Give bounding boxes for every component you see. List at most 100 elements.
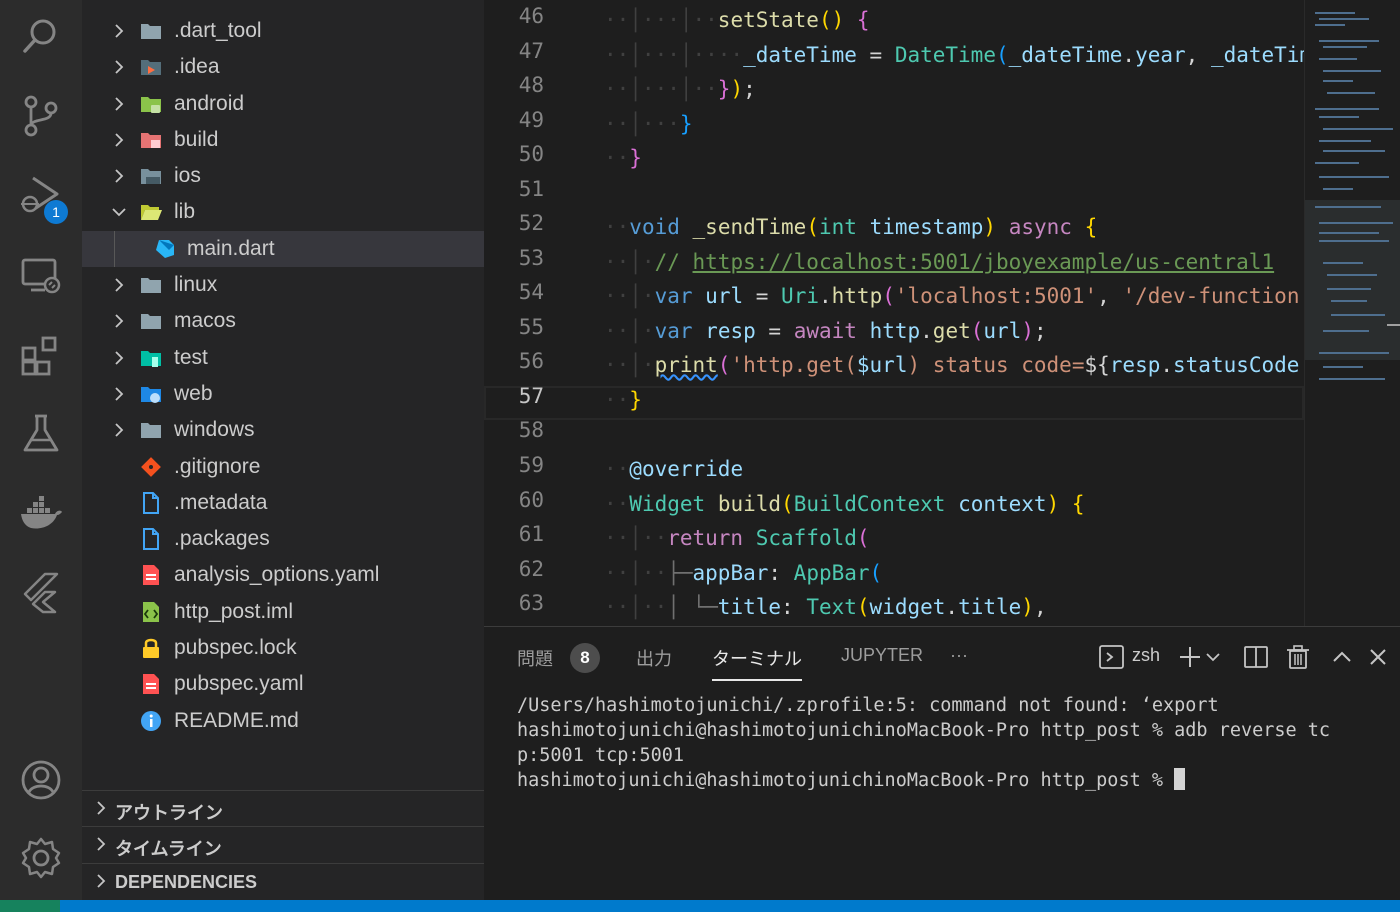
new-terminal-plus-icon[interactable] [1176,643,1204,671]
tab-output[interactable]: 出力 [636,645,672,671]
lib-folder-open-icon [141,205,162,221]
remote-indicator[interactable] [0,900,60,912]
web-folder-icon [141,386,161,403]
tree-item-label: .dart_tool [174,19,262,42]
tree-item-main-dart[interactable]: main.dart [82,230,484,268]
run-debug-icon[interactable]: 1 [0,166,82,226]
tree-item-android[interactable]: android [82,86,484,122]
code-editor[interactable]: 46 47 48 49 50 51 52 53 54 55 56 57 58 5… [484,0,1400,626]
chevron-right-icon [115,169,124,183]
timeline-section-header[interactable]: タイムライン [82,826,484,862]
terminal-line: /Users/hashimotojunichi/.zprofile:5: com… [517,695,1219,716]
line-number: 49 [518,108,544,132]
dart-file-icon [156,239,174,258]
tree-item-idea[interactable]: .idea [82,49,484,85]
tree-item-label: http_post.iml [174,599,294,623]
tree-item-lib[interactable]: lib [82,194,484,230]
chevron-right-icon [97,801,106,815]
tree-item-pubspec-lock[interactable]: pubspec.lock [82,630,484,666]
trash-icon[interactable] [1284,643,1312,671]
folder-icon [141,314,161,330]
tree-item-windows[interactable]: windows [82,412,484,448]
tree-item-label: web [174,381,213,405]
problems-count-badge: 8 [570,643,600,673]
chevron-down-icon[interactable] [1204,643,1222,671]
debug-badge: 1 [44,200,68,224]
remote-explorer-icon[interactable] [0,246,82,306]
tree-item-label: .gitignore [174,454,261,478]
status-bar [0,900,1400,912]
line-number: 59 [518,453,544,477]
tree-item-pubspec-yaml[interactable]: pubspec.yaml [82,666,484,702]
section-label: DEPENDENCIES [115,872,258,892]
chevron-right-icon [97,874,106,888]
tree-item-macos[interactable]: macos [82,303,484,339]
more-tabs-button[interactable]: ··· [950,645,968,666]
tree-item-label: README.md [174,708,299,732]
outline-section-header[interactable]: アウトライン [82,790,484,826]
tree-item-dart-tool[interactable]: .dart_tool [82,13,484,49]
testing-icon[interactable] [0,404,82,464]
close-panel-icon[interactable] [1364,643,1392,671]
code-lines[interactable]: ··│···│··setState() { ··│···│····_dateTi… [604,0,1304,626]
tab-terminal[interactable]: ターミナル [712,645,802,681]
folder-icon [141,278,161,294]
tree-item-metadata[interactable]: .metadata [82,485,484,521]
docker-icon[interactable] [0,484,82,544]
code-line-62: ··│··├─appBar: AppBar( [604,561,883,585]
flutter-icon[interactable] [0,562,82,622]
extensions-icon[interactable] [0,326,82,386]
line-number: 48 [518,73,544,97]
line-number: 61 [518,522,544,546]
line-number: 50 [518,142,544,166]
line-number: 63 [518,591,544,615]
code-line-57: ··} [604,388,642,412]
test-folder-icon [141,350,161,367]
minimap[interactable] [1304,0,1400,626]
maximize-panel-chevron-up-icon[interactable] [1328,643,1356,671]
source-control-icon[interactable] [0,86,82,146]
terminal-prompt-line: hashimotojunichi@hashimotojunichinoMacBo… [517,768,1377,793]
line-number: 47 [518,39,544,63]
file-icon [143,528,159,551]
tree-item-label: .idea [174,55,220,79]
tree-item-gitignore[interactable]: .gitignore [82,449,484,485]
tree-item-packages[interactable]: .packages [82,521,484,557]
tree-item-label: .packages [174,527,270,551]
tree-item-label: .metadata [174,490,268,514]
tree-item-ios[interactable]: ios [82,158,484,194]
tree-item-web[interactable]: web [82,376,484,412]
minimap-preview [1305,12,1400,380]
line-number: 58 [518,418,544,442]
explorer-sidebar: .dart_tool .idea android build ios lib m… [82,0,484,900]
line-number: 51 [518,177,544,201]
lock-file-icon [143,638,159,659]
indent-guide [114,230,115,267]
dependencies-section-header[interactable]: DEPENDENCIES [82,863,484,899]
tree-item-linux[interactable]: linux [82,267,484,303]
chevron-right-icon [115,423,124,437]
tree-item-label: main.dart [187,236,275,260]
code-line-53: ··│·// https://localhost:5001/jboyexampl… [604,250,1275,274]
tree-item-http-post-iml[interactable]: http_post.iml [82,594,484,630]
account-icon[interactable] [0,750,82,810]
tree-item-build[interactable]: build [82,122,484,158]
split-terminal-icon[interactable] [1242,643,1270,671]
line-number-active: 57 [518,384,544,408]
file-icon [143,491,159,514]
terminal-shell-name[interactable]: zsh [1132,645,1160,666]
terminal-output[interactable]: /Users/hashimotojunichi/.zprofile:5: com… [517,693,1377,793]
code-line-46: ··│···│··setState() { [604,8,870,32]
code-line-63: ··│··│ └─title: Text(widget.title), [604,595,1047,619]
tab-jupyter[interactable]: JUPYTER [841,645,923,666]
tab-problems[interactable]: 問題 [517,645,553,671]
settings-gear-icon[interactable] [0,828,82,888]
terminal-shell-icon[interactable] [1098,643,1126,671]
tree-item-readme[interactable]: README.md [82,703,484,739]
folder-icon [141,423,161,439]
code-line-55: ··│·var resp = await http.get(url); [604,319,1047,343]
tree-item-test[interactable]: test [82,340,484,376]
search-icon[interactable] [0,6,82,66]
tree-item-analysis-options[interactable]: analysis_options.yaml [82,557,484,593]
